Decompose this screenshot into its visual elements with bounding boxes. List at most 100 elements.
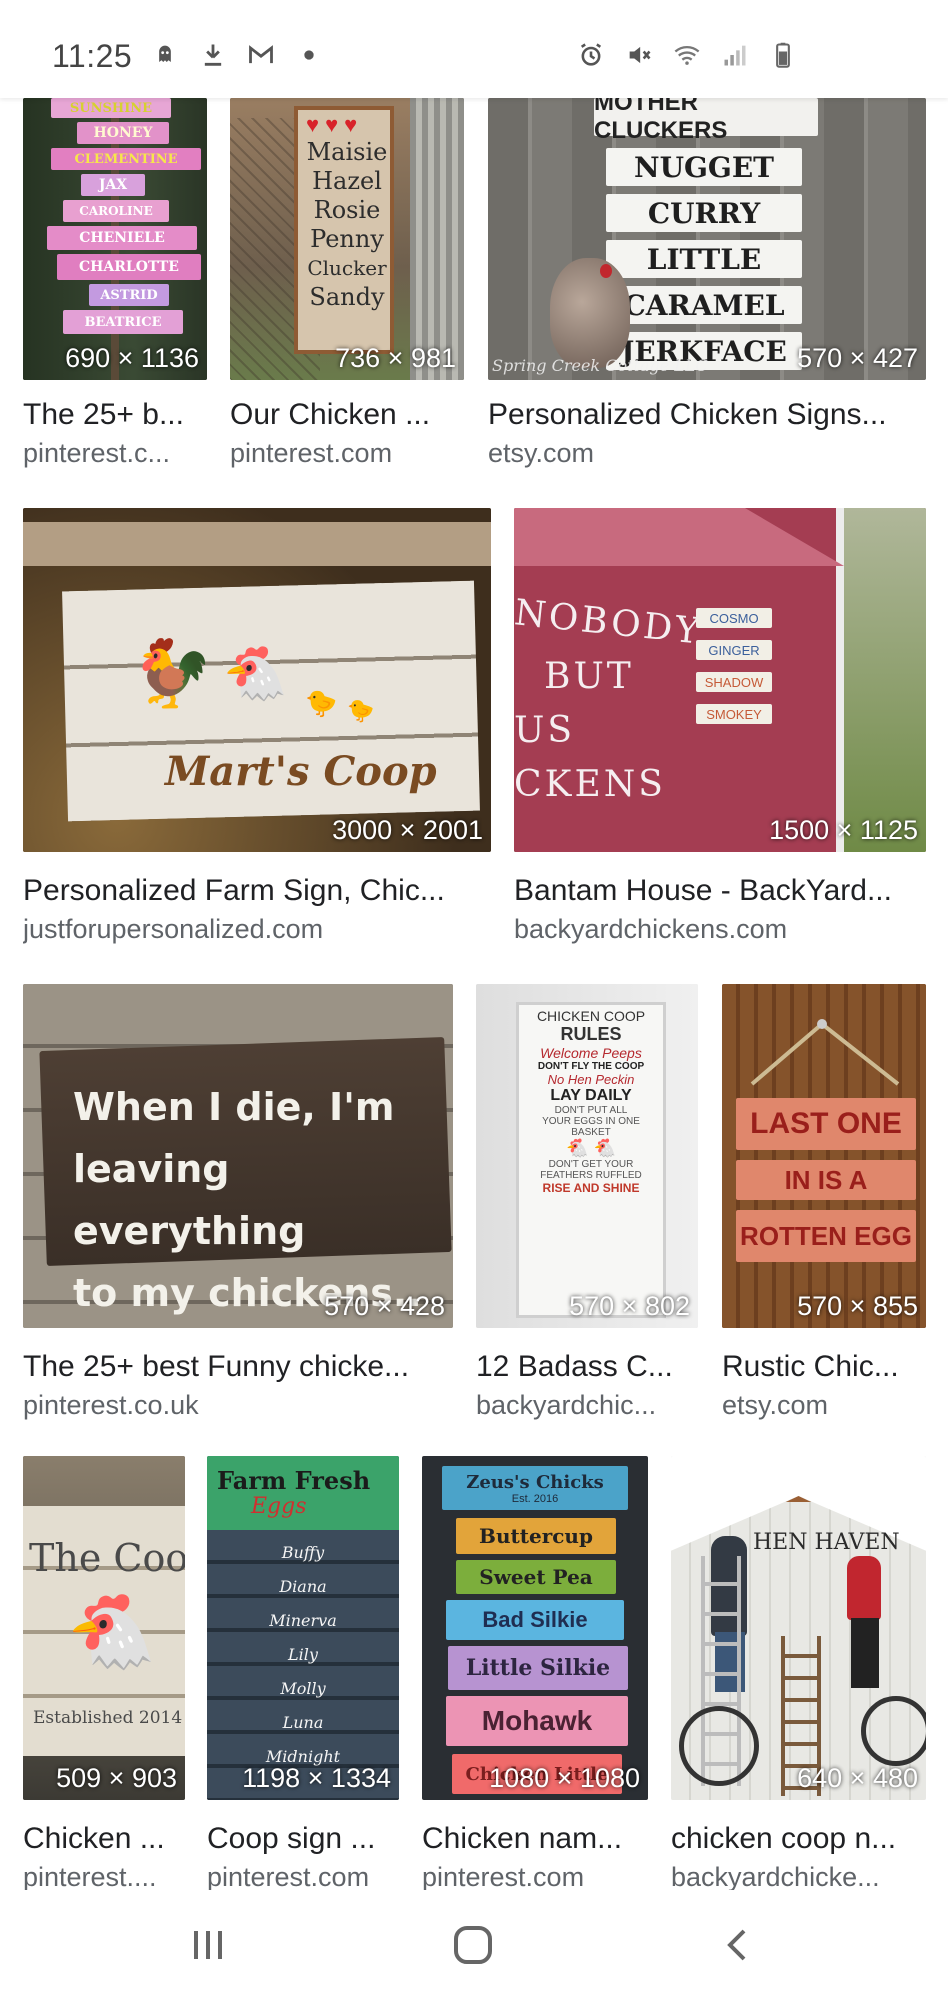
result-thumbnail[interactable]: SUNSHINE HONEY CLEMENTINE JAX CAROLINE C… [23, 98, 207, 380]
result-domain[interactable]: backyardchickens.com [514, 914, 926, 945]
result-title[interactable]: Chicken ... [23, 1822, 185, 1856]
name-plank: Minerva [269, 1611, 337, 1630]
image-dimensions: 570 × 427 [797, 343, 918, 373]
hen-icon: 🐔 [223, 645, 288, 703]
result-thumbnail[interactable]: NOBODY BUT US CKENS COSMO GINGER SHADOW … [514, 508, 926, 852]
result-thumbnail[interactable]: When I die, I'm leaving everything to my… [23, 984, 453, 1328]
result-thumbnail[interactable]: ♥♥♥ Maisie Hazel Rosie Penny Clucker San… [230, 98, 464, 380]
rules-line: RISE AND SHINE [542, 1181, 640, 1195]
sign-line: leaving everything [73, 1147, 306, 1253]
sign-board: ASTRID [89, 284, 169, 306]
result-domain[interactable]: etsy.com [488, 438, 926, 469]
wall-text: BUT [544, 656, 634, 697]
back-icon[interactable] [708, 1920, 768, 1970]
result-domain[interactable]: backyardchic... [476, 1390, 698, 1421]
sign-board: NUGGET [606, 148, 802, 186]
result-card[interactable]: When I die, I'm leaving everything to my… [23, 984, 453, 1424]
rules-line: YOUR EGGS IN ONE [542, 1116, 640, 1127]
result-card[interactable]: Farm Fresh Eggs Buffy Diana Minerva Lily… [207, 1456, 399, 1896]
sign-board: IN IS A [736, 1160, 916, 1200]
result-title[interactable]: The 25+ b... [23, 398, 207, 432]
result-card[interactable]: MOTHER CLUCKERS NUGGET CURRY LITTLE CARA… [488, 98, 926, 468]
result-domain[interactable]: pinterest.... [23, 1862, 185, 1893]
watermark-text: Spring Creek Cottage LLC [492, 356, 708, 375]
sign-board: Bad Silkie [446, 1600, 624, 1640]
result-domain[interactable]: backyardchicke... [671, 1862, 926, 1893]
result-card[interactable]: SUNSHINE HONEY CLEMENTINE JAX CAROLINE C… [23, 98, 207, 468]
result-card[interactable]: Zeus's Chicks Est. 2016 Buttercup Sweet … [422, 1456, 648, 1896]
sign-board: Zeus's Chicks Est. 2016 [442, 1466, 628, 1510]
download-icon [198, 40, 228, 70]
result-title[interactable]: Bantam House - BackYard... [514, 874, 926, 908]
result-title[interactable]: Chicken nam... [422, 1822, 648, 1856]
result-thumbnail[interactable]: HEN HAVEN 640 × 480 [671, 1456, 926, 1800]
recent-apps-icon[interactable] [178, 1920, 238, 1970]
result-domain[interactable]: pinterest.com [207, 1862, 399, 1893]
chick-icon: 🐤 [305, 688, 338, 718]
result-thumbnail[interactable]: 🐓 🐔 🐤 🐤 Mart's Coop 3000 × 2001 [23, 508, 491, 852]
result-domain[interactable]: etsy.com [722, 1390, 926, 1421]
result-card[interactable]: CHICKEN COOP RULES Welcome Peeps DON'T F… [476, 984, 698, 1424]
sign-board: MOTHER CLUCKERS [594, 98, 818, 144]
rules-line: BASKET [571, 1127, 611, 1138]
result-thumbnail[interactable]: CHICKEN COOP RULES Welcome Peeps DON'T F… [476, 984, 698, 1328]
result-card[interactable]: LAST ONE IN IS A ROTTEN EGG 570 × 855 Ru… [722, 984, 926, 1424]
sign-text: Mart's Coop [165, 748, 437, 795]
result-domain[interactable]: pinterest.com [422, 1862, 648, 1893]
result-title[interactable]: Our Chicken ... [230, 398, 464, 432]
result-title[interactable]: The 25+ best Funny chicke... [23, 1350, 453, 1384]
result-domain[interactable]: pinterest.co.uk [23, 1390, 453, 1421]
result-card[interactable]: NOBODY BUT US CKENS COSMO GINGER SHADOW … [514, 508, 926, 948]
result-title[interactable]: chicken coop n... [671, 1822, 926, 1856]
battery-icon [768, 40, 798, 70]
wifi-icon [672, 40, 702, 70]
rules-line: No Hen Peckin [547, 1072, 635, 1087]
result-thumbnail[interactable]: Zeus's Chicks Est. 2016 Buttercup Sweet … [422, 1456, 648, 1800]
image-dimensions: 3000 × 2001 [332, 815, 483, 845]
sign-board: CHARLOTTE [57, 254, 201, 280]
result-card[interactable]: 🐓 🐔 🐤 🐤 Mart's Coop 3000 × 2001 Personal… [23, 508, 491, 948]
chick-icon: 🐤 [347, 698, 375, 723]
result-thumbnail[interactable]: LAST ONE IN IS A ROTTEN EGG 570 × 855 [722, 984, 926, 1328]
image-dimensions: 690 × 1136 [65, 343, 199, 373]
name-plank: Buffy [281, 1543, 325, 1562]
result-card[interactable]: ♥♥♥ Maisie Hazel Rosie Penny Clucker San… [230, 98, 464, 468]
result-title[interactable]: Personalized Chicken Signs... [488, 398, 926, 432]
result-title[interactable]: Personalized Farm Sign, Chic... [23, 874, 491, 908]
sign-board: ROTTEN EGG [736, 1210, 916, 1262]
dot-icon [294, 40, 324, 70]
result-domain[interactable]: pinterest.com [230, 438, 464, 469]
sign-subtitle: Est. 2016 [511, 1492, 559, 1505]
image-dimensions: 1198 × 1334 [242, 1763, 391, 1793]
result-title[interactable]: 12 Badass C... [476, 1350, 698, 1384]
result-domain[interactable]: justforupersonalized.com [23, 914, 491, 945]
status-time: 11:25 [52, 38, 133, 74]
sign-name: Hazel [312, 167, 382, 195]
name-tag: SHADOW [696, 672, 772, 692]
sign-name: Sandy [309, 283, 385, 311]
rules-line: RULES [560, 1024, 622, 1044]
signal-icon [720, 40, 750, 70]
result-domain[interactable]: pinterest.c... [23, 438, 207, 469]
home-icon[interactable] [443, 1920, 503, 1970]
image-dimensions: 570 × 428 [324, 1291, 445, 1321]
result-thumbnail[interactable]: The Coop 🐔 Established 2014 509 × 903 [23, 1456, 185, 1800]
result-card[interactable]: The Coop 🐔 Established 2014 509 × 903 Ch… [23, 1456, 185, 1896]
sign-board: Little Silkie [448, 1646, 628, 1690]
result-title[interactable]: Coop sign ... [207, 1822, 399, 1856]
sign-board: Sweet Pea [456, 1560, 616, 1594]
sign-board: CHENIELE [47, 226, 197, 250]
sign-title: Zeus's Chicks [466, 1471, 604, 1493]
sign-board: CURRY [606, 194, 802, 232]
result-card[interactable]: HEN HAVEN 640 × 480 chicken coop n... ba… [671, 1456, 926, 1896]
rules-line: FEATHERS RUFFLED [540, 1170, 642, 1181]
navigation-bar [0, 1890, 948, 2000]
sign-name: Maisie [306, 138, 388, 166]
sign-subtitle: Established 2014 [33, 1708, 183, 1728]
rules-line: DON'T PUT ALL [554, 1105, 628, 1116]
result-thumbnail[interactable]: MOTHER CLUCKERS NUGGET CURRY LITTLE CARA… [488, 98, 926, 380]
image-dimensions: 509 × 903 [56, 1763, 177, 1793]
name-tag: GINGER [696, 640, 772, 660]
result-title[interactable]: Rustic Chic... [722, 1350, 926, 1384]
result-thumbnail[interactable]: Farm Fresh Eggs Buffy Diana Minerva Lily… [207, 1456, 399, 1800]
